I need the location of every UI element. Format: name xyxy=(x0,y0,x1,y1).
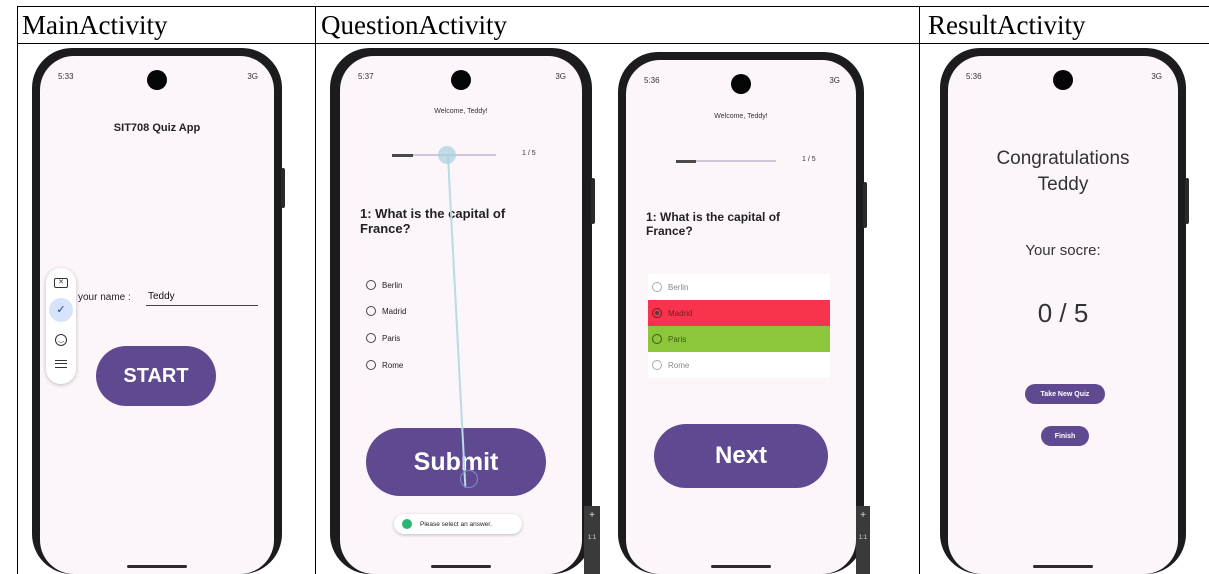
option-madrid[interactable]: Madrid xyxy=(366,306,406,316)
result-screen: 5:36 3G Congratulations Teddy Your socre… xyxy=(948,56,1178,574)
radio-button[interactable] xyxy=(366,280,376,290)
question-screen-b: 5:36 3G Welcome, Teddy! 1 / 5 1: What is… xyxy=(626,60,856,574)
radio-button[interactable] xyxy=(366,306,376,316)
radio-button[interactable] xyxy=(652,360,662,370)
option-madrid[interactable]: Madrid xyxy=(648,300,830,326)
home-indicator xyxy=(431,565,491,568)
radio-button[interactable] xyxy=(652,334,662,344)
option-label: Madrid xyxy=(382,306,407,316)
keyboard-toolbar: ✕ ✓ ‿ xyxy=(46,268,76,384)
home-indicator xyxy=(711,565,771,568)
column-header-question: QuestionActivity xyxy=(321,10,507,40)
start-button[interactable]: START xyxy=(96,346,216,406)
zoom-ratio-label: 1:1 xyxy=(858,535,868,541)
progress-bar xyxy=(676,159,776,163)
option-paris[interactable]: Paris xyxy=(366,333,400,343)
toast-text: Please select an answer. xyxy=(420,520,492,528)
question-text: 1: What is the capital of France? xyxy=(646,210,781,238)
progress-fill xyxy=(392,153,413,157)
emulator-side-panel: + 1:1 xyxy=(856,506,870,574)
check-icon[interactable]: ✓ xyxy=(49,298,73,322)
table-left-border xyxy=(17,6,18,574)
progress-text: 1 / 5 xyxy=(802,156,816,163)
status-network: 3G xyxy=(1151,72,1162,81)
radio-button[interactable] xyxy=(366,360,376,370)
app-title: SIT708 Quiz App xyxy=(113,122,201,134)
status-network: 3G xyxy=(829,76,840,85)
welcome-text: Welcome, Teddy! xyxy=(434,108,488,115)
congrats-title: Congratulations xyxy=(996,148,1130,169)
option-label: Paris xyxy=(668,334,687,344)
phone-side-button xyxy=(1185,178,1189,224)
home-indicator xyxy=(127,565,187,568)
phone-side-button xyxy=(863,182,867,228)
question-text: 1: What is the capital of France? xyxy=(360,206,506,236)
option-label: Rome xyxy=(382,360,404,370)
toast-icon xyxy=(402,519,412,529)
name-label: your name : xyxy=(78,292,131,303)
status-time: 5:36 xyxy=(644,76,660,85)
radio-button[interactable] xyxy=(366,333,376,343)
emulator-side-panel: + 1:1 xyxy=(584,506,600,574)
emoji-icon[interactable]: ‿ xyxy=(55,334,67,346)
camera-cutout xyxy=(147,70,167,90)
phone-side-button xyxy=(591,178,595,224)
touch-start-indicator xyxy=(438,146,456,164)
phone-side-button xyxy=(281,168,285,208)
touch-end-indicator xyxy=(460,470,478,488)
status-network: 3G xyxy=(247,72,258,81)
progress-fill xyxy=(676,159,696,163)
name-input-value: Teddy xyxy=(148,291,175,302)
menu-icon[interactable] xyxy=(55,360,67,368)
next-button[interactable]: Next xyxy=(654,424,828,488)
radio-button-selected[interactable] xyxy=(652,308,662,318)
zoom-ratio-label: 1:1 xyxy=(587,535,597,541)
option-label: Berlin xyxy=(382,280,403,290)
status-network: 3G xyxy=(555,72,566,81)
submit-button[interactable]: Submit xyxy=(366,428,546,496)
score-value: 0 / 5 xyxy=(1037,298,1089,328)
column-divider-1 xyxy=(315,6,316,574)
score-label: Your socre: xyxy=(1025,242,1101,259)
option-berlin[interactable]: Berlin xyxy=(366,280,402,290)
welcome-text: Welcome, Teddy! xyxy=(714,113,768,120)
option-paris[interactable]: Paris xyxy=(648,326,830,352)
camera-cutout xyxy=(731,74,751,94)
option-label: Rome xyxy=(668,360,690,370)
zoom-plus-icon[interactable]: + xyxy=(584,510,600,521)
user-name: Teddy xyxy=(1037,174,1089,195)
progress-text: 1 / 5 xyxy=(522,150,536,157)
status-time: 5:36 xyxy=(966,72,982,81)
take-new-quiz-button[interactable]: Take New Quiz xyxy=(1025,384,1105,404)
column-divider-2 xyxy=(919,6,920,574)
header-divider xyxy=(17,43,1209,44)
options-group: Berlin Madrid Paris Rome xyxy=(648,274,830,378)
column-header-result: ResultActivity xyxy=(928,10,1086,40)
toast-message: Please select an answer. xyxy=(394,514,522,534)
option-rome[interactable]: Rome xyxy=(366,360,403,370)
name-input[interactable]: Teddy xyxy=(146,288,258,306)
phone-question-b: 5:36 3G Welcome, Teddy! 1 / 5 1: What is… xyxy=(618,52,867,574)
option-label: Paris xyxy=(382,333,401,343)
question-screen-a: 5:37 3G Welcome, Teddy! 1 / 5 1: What is… xyxy=(340,56,582,574)
finish-button[interactable]: Finish xyxy=(1041,426,1089,446)
status-time: 5:37 xyxy=(358,72,374,81)
phone-result: 5:36 3G Congratulations Teddy Your socre… xyxy=(940,48,1189,574)
home-indicator xyxy=(1033,565,1093,568)
column-header-main: MainActivity xyxy=(22,10,168,40)
camera-cutout xyxy=(1053,70,1073,90)
option-rome[interactable]: Rome xyxy=(648,352,830,378)
option-berlin[interactable]: Berlin xyxy=(648,274,830,300)
phone-main: 5:33 3G SIT708 Quiz App your name : Tedd… xyxy=(32,48,285,574)
backspace-icon[interactable]: ✕ xyxy=(54,278,68,288)
camera-cutout xyxy=(451,70,471,90)
radio-button[interactable] xyxy=(652,282,662,292)
option-label: Berlin xyxy=(668,282,689,292)
zoom-plus-icon[interactable]: + xyxy=(856,510,870,521)
option-label: Madrid xyxy=(668,308,693,318)
phone-question-a: 5:37 3G Welcome, Teddy! 1 / 5 1: What is… xyxy=(330,48,595,574)
status-time: 5:33 xyxy=(58,72,74,81)
